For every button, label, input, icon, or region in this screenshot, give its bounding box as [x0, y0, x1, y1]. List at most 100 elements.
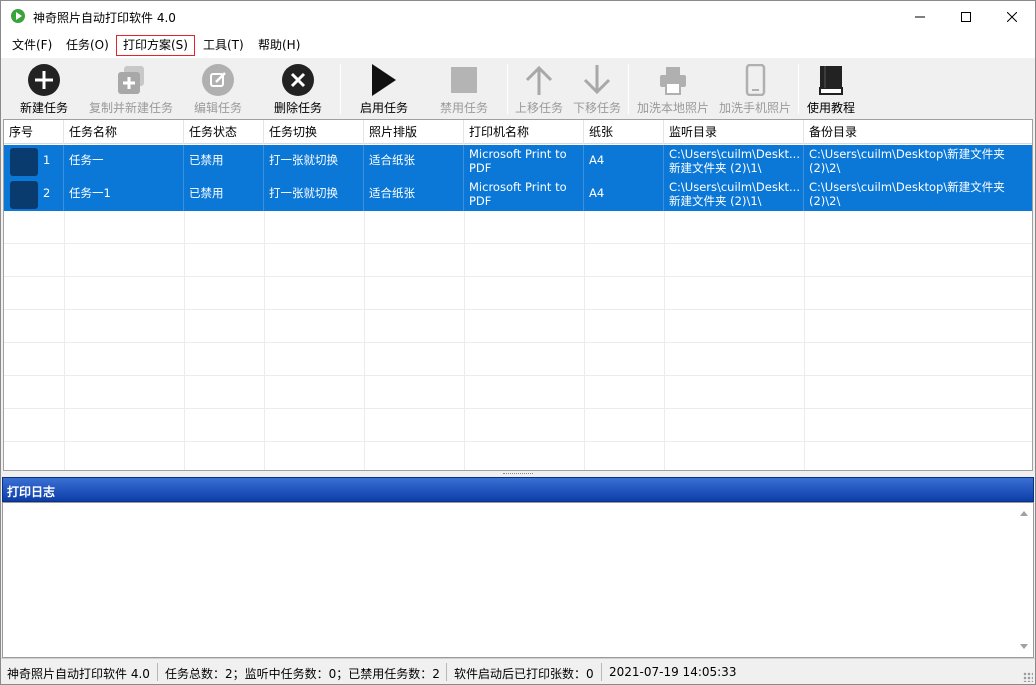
- cell-paper: A4: [584, 145, 664, 178]
- phone-icon: [745, 64, 766, 96]
- tutorial-label: 使用教程: [806, 101, 855, 115]
- stop-icon: [451, 67, 477, 93]
- resize-grip-icon[interactable]: [1023, 672, 1033, 682]
- maximize-icon: [961, 11, 971, 22]
- cell-switch: 打一张就切换: [264, 178, 364, 211]
- tutorial-button[interactable]: 使用教程: [803, 61, 859, 117]
- log-area[interactable]: [2, 502, 1034, 658]
- app-window: 神奇照片自动打印软件 4.0 文件(F) 任务(O) 打印方案(S) 工具(T)…: [0, 0, 1036, 685]
- delete-task-label: 删除任务: [273, 101, 322, 115]
- cell-index: 1: [38, 145, 64, 178]
- log-scrollbar[interactable]: [1016, 503, 1033, 657]
- col-header-layout[interactable]: 照片排版: [364, 120, 464, 144]
- cell-name: 任务一: [64, 145, 184, 178]
- book-icon: [819, 66, 843, 95]
- edit-task-label: 编辑任务: [193, 101, 242, 115]
- col-header-name[interactable]: 任务名称: [64, 120, 184, 144]
- col-header-paper[interactable]: 纸张: [584, 120, 664, 144]
- col-header-status[interactable]: 任务状态: [184, 120, 264, 144]
- window-title: 神奇照片自动打印软件 4.0: [33, 11, 176, 25]
- toolbar: 新建任务 复制并新建任务 编辑任务 删除任务 启用任务 禁用任务 上移任务 下移…: [1, 58, 1035, 118]
- menu-bar: 文件(F) 任务(O) 打印方案(S) 工具(T) 帮助(H): [1, 32, 1035, 58]
- menu-tools[interactable]: 工具(T): [196, 35, 251, 56]
- log-title: 打印日志: [7, 485, 56, 499]
- move-up-label: 上移任务: [514, 101, 563, 115]
- toolbar-separator: [340, 64, 341, 114]
- plus-circle-icon: [28, 64, 60, 96]
- cell-status: 已禁用: [184, 145, 264, 178]
- cell-printer: Microsoft Print to PDF: [464, 178, 584, 211]
- app-icon: [11, 9, 25, 23]
- table-header: 序号 任务名称 任务状态 任务切换 照片排版 打印机名称 纸张 监听目录 备份目…: [4, 120, 1032, 144]
- menu-print-scheme[interactable]: 打印方案(S): [116, 35, 195, 56]
- cell-status: 已禁用: [184, 178, 264, 211]
- cell-layout: 适合纸张: [364, 178, 464, 211]
- close-icon: [1007, 11, 1017, 22]
- edit-task-button[interactable]: 编辑任务: [187, 61, 249, 117]
- new-task-button[interactable]: 新建任务: [13, 61, 75, 117]
- delete-circle-icon: [282, 64, 314, 96]
- col-header-watch-dir[interactable]: 监听目录: [664, 120, 804, 144]
- print-local-photos-button[interactable]: 加洗本地照片: [635, 61, 711, 117]
- start-task-label: 启用任务: [359, 101, 408, 115]
- delete-task-button[interactable]: 删除任务: [267, 61, 329, 117]
- cell-layout: 适合纸张: [364, 145, 464, 178]
- edit-icon: [202, 64, 234, 96]
- toolbar-separator: [798, 64, 799, 114]
- cell-paper: A4: [584, 178, 664, 211]
- copy-add-icon: [118, 66, 144, 94]
- cell-watch-dir: C:\Users\cuilm\Deskt... 新建文件夹 (2)\1\: [664, 145, 804, 178]
- copy-new-task-button[interactable]: 复制并新建任务: [85, 61, 177, 117]
- menu-help[interactable]: 帮助(H): [251, 35, 307, 56]
- minimize-button[interactable]: [897, 1, 943, 32]
- col-header-backup-dir[interactable]: 备份目录: [804, 120, 1032, 144]
- status-app-name: 神奇照片自动打印软件 4.0: [7, 667, 150, 681]
- print-phone-photos-button[interactable]: 加洗手机照片: [717, 61, 793, 117]
- row-selector[interactable]: [10, 181, 38, 209]
- disable-task-button[interactable]: 禁用任务: [433, 61, 495, 117]
- splitter-grip-icon: [503, 473, 533, 475]
- toolbar-separator: [628, 64, 629, 114]
- scroll-up-icon[interactable]: [1020, 511, 1028, 516]
- cell-backup-dir: C:\Users\cuilm\Desktop\新建文件夹 (2)\2\: [804, 145, 1032, 178]
- cell-name: 任务一1: [64, 178, 184, 211]
- row-selector[interactable]: [10, 148, 38, 176]
- cell-backup-dir: C:\Users\cuilm\Desktop\新建文件夹 (2)\2\: [804, 178, 1032, 211]
- disable-task-label: 禁用任务: [439, 101, 488, 115]
- col-header-switch[interactable]: 任务切换: [264, 120, 364, 144]
- move-down-button[interactable]: 下移任务: [571, 61, 623, 117]
- task-table: 序号 任务名称 任务状态 任务切换 照片排版 打印机名称 纸张 监听目录 备份目…: [3, 119, 1033, 471]
- col-header-index[interactable]: 序号: [4, 120, 64, 144]
- title-bar: 神奇照片自动打印软件 4.0: [1, 1, 1035, 32]
- minimize-icon: [915, 16, 925, 17]
- status-datetime: 2021-07-19 14:05:33: [609, 665, 737, 679]
- printer-icon: [660, 67, 686, 95]
- play-icon: [372, 64, 396, 96]
- cell-watch-dir: C:\Users\cuilm\Deskt... 新建文件夹 (2)\1\: [664, 178, 804, 211]
- arrow-down-icon: [583, 65, 611, 95]
- cell-printer: Microsoft Print to PDF: [464, 145, 584, 178]
- col-header-printer[interactable]: 打印机名称: [464, 120, 584, 144]
- menu-file[interactable]: 文件(F): [5, 35, 59, 56]
- start-task-button[interactable]: 启用任务: [353, 61, 415, 117]
- print-local-photos-label: 加洗本地照片: [636, 101, 709, 115]
- print-phone-photos-label: 加洗手机照片: [718, 101, 791, 115]
- cell-switch: 打一张就切换: [264, 145, 364, 178]
- status-bar: 神奇照片自动打印软件 4.0 任务总数：2；监听中任务数：0；已禁用任务数：2 …: [1, 658, 1035, 684]
- arrow-up-icon: [525, 65, 553, 95]
- menu-task[interactable]: 任务(O): [59, 35, 116, 56]
- scroll-down-icon[interactable]: [1020, 644, 1028, 649]
- toolbar-separator: [507, 64, 508, 114]
- copy-new-task-label: 复制并新建任务: [88, 101, 173, 115]
- status-printed-count: 软件启动后已打印张数：0: [454, 667, 594, 681]
- move-down-label: 下移任务: [572, 101, 621, 115]
- log-header: 打印日志: [2, 477, 1034, 502]
- maximize-button[interactable]: [943, 1, 989, 32]
- table-row[interactable]: 2 任务一1 已禁用 打一张就切换 适合纸张 Microsoft Print t…: [4, 178, 1032, 211]
- status-task-counts: 任务总数：2；监听中任务数：0；已禁用任务数：2: [165, 667, 440, 681]
- table-row[interactable]: 1 任务一 已禁用 打一张就切换 适合纸张 Microsoft Print to…: [4, 145, 1032, 178]
- cell-index: 2: [38, 178, 64, 211]
- new-task-label: 新建任务: [19, 101, 68, 115]
- move-up-button[interactable]: 上移任务: [513, 61, 565, 117]
- close-button[interactable]: [989, 1, 1035, 32]
